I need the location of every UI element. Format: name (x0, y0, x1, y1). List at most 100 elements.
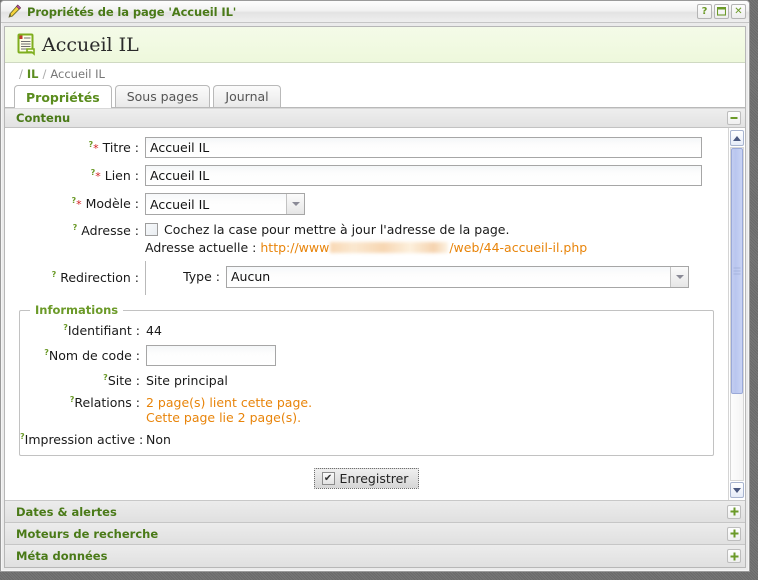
close-button[interactable]: ✕ (731, 4, 746, 19)
label-nom-de-code: ?Nom de code : (20, 348, 146, 363)
relations-values: 2 page(s) lient cette page. Cette page l… (146, 395, 312, 425)
adresse-url-suffix: /web/44-accueil-il.php (449, 240, 587, 255)
informations-legend: Informations (30, 303, 123, 317)
breadcrumb-separator-1: / (19, 67, 23, 81)
modele-select-value: Accueil IL (146, 197, 286, 212)
window-body: Accueil IL / IL / Accueil IL Propriétés … (1, 23, 749, 571)
required-marker-modele: * (76, 199, 82, 212)
required-marker-titre: * (93, 142, 99, 155)
info-row-site: ?Site : Site principal (20, 373, 713, 388)
nom-de-code-input[interactable] (146, 345, 276, 366)
scrollbar-track[interactable] (730, 147, 744, 481)
tab-bar: Propriétés Sous pages Journal (5, 85, 745, 108)
field-row-lien: ?* Lien : (5, 165, 728, 186)
help-icon-adresse[interactable]: ? (73, 223, 78, 232)
tab-proprietes[interactable]: Propriétés (14, 85, 112, 108)
chevron-down-icon-modele (286, 194, 304, 214)
modele-select[interactable]: Accueil IL (145, 193, 305, 215)
page-header: Accueil IL (5, 27, 745, 63)
plus-icon (730, 552, 739, 561)
redirection-type-select[interactable]: Aucun (226, 266, 689, 288)
expand-meta-donnees-button[interactable] (727, 549, 741, 563)
section-title-contenu: Contenu (16, 111, 70, 125)
plus-icon (730, 529, 739, 538)
save-row: ✔ Enregistrer (5, 462, 728, 499)
window-titlebar: Propriétés de la page 'Accueil IL' ? ✕ (1, 1, 749, 23)
label-text-identifiant: Identifiant : (68, 323, 140, 338)
breadcrumb-separator-2: / (42, 67, 46, 81)
scroll-up-button[interactable] (730, 130, 744, 146)
value-identifiant: 44 (146, 323, 162, 338)
value-impression: Non (146, 432, 171, 447)
help-icon-redirection[interactable]: ? (52, 270, 57, 279)
scroll-down-button[interactable] (730, 482, 744, 498)
label-text-adresse: Adresse : (81, 223, 139, 238)
minus-icon (730, 114, 738, 122)
label-redirection: ? Redirection : (5, 261, 145, 285)
section-title-moteurs-de-recherche: Moteurs de recherche (16, 527, 158, 541)
redirection-type-value: Aucun (227, 269, 670, 284)
collapse-contenu-button[interactable] (727, 111, 741, 125)
vertical-scrollbar[interactable] (728, 128, 745, 500)
contenu-form: ?* Titre : ?* Lien : (5, 128, 728, 500)
redacted-url-segment (330, 242, 448, 253)
label-text-relations: Relations : (74, 395, 140, 410)
pencil-icon (7, 4, 22, 19)
section-header-meta-donnees[interactable]: Méta données (5, 545, 745, 567)
relations-line-2[interactable]: Cette page lie 2 page(s). (146, 410, 312, 425)
adresse-checkbox[interactable] (145, 223, 158, 236)
enregistrer-button-label: Enregistrer (340, 471, 409, 486)
relations-line-1[interactable]: 2 page(s) lient cette page. (146, 395, 312, 410)
breadcrumb-link-il[interactable]: IL (27, 67, 39, 81)
check-icon: ✔ (322, 472, 335, 485)
informations-fieldset: Informations ?Identifiant : 44 ?Nom de c… (19, 303, 714, 456)
adresse-group: Cochez la case pour mettre à jour l'adre… (145, 222, 587, 255)
help-button[interactable]: ? (697, 4, 712, 19)
label-modele: ?* Modèle : (5, 196, 145, 211)
label-text-lien: Lien : (105, 168, 139, 183)
page-title: Accueil IL (42, 34, 139, 56)
enregistrer-button[interactable]: ✔ Enregistrer (314, 468, 420, 489)
section-header-contenu[interactable]: Contenu (5, 108, 745, 128)
label-text-redirection: Redirection : (60, 270, 139, 285)
plus-icon (730, 507, 739, 516)
field-row-modele: ?* Modèle : Accueil IL (5, 193, 728, 215)
adresse-actuelle-line: Adresse actuelle : http://www/web/44-acc… (145, 240, 587, 255)
label-relations: ?Relations : (20, 395, 146, 410)
restore-icon (717, 7, 726, 16)
label-impression: ?Impression active : (20, 432, 146, 447)
adresse-checkbox-label: Cochez la case pour mettre à jour l'adre… (164, 222, 509, 237)
label-adresse: ? Adresse : (5, 222, 145, 238)
expand-dates-alertes-button[interactable] (727, 505, 741, 519)
label-text-modele: Modèle : (86, 197, 139, 212)
content-panel: Accueil IL / IL / Accueil IL Propriétés … (4, 26, 746, 568)
field-row-titre: ?* Titre : (5, 137, 728, 158)
breadcrumb: / IL / Accueil IL (5, 63, 745, 85)
scrollbar-thumb[interactable] (731, 148, 743, 394)
lien-input[interactable] (145, 165, 702, 186)
expand-moteurs-de-recherche-button[interactable] (727, 527, 741, 541)
window-controls: ? ✕ (697, 4, 746, 19)
label-text-site: Site : (108, 373, 140, 388)
section-title-dates-alertes: Dates & alertes (16, 505, 117, 519)
restore-button[interactable] (714, 4, 729, 19)
section-header-dates-alertes[interactable]: Dates & alertes (5, 501, 745, 523)
label-lien: ?* Lien : (5, 168, 145, 183)
section-header-moteurs-de-recherche[interactable]: Moteurs de recherche (5, 523, 745, 545)
titre-input[interactable] (145, 137, 702, 158)
label-redirection-type: Type : (146, 269, 226, 284)
label-site: ?Site : (20, 373, 146, 388)
label-text-nom-de-code: Nom de code : (49, 348, 140, 363)
tab-sous-pages[interactable]: Sous pages (115, 85, 211, 107)
label-text-titre: Titre : (103, 140, 139, 155)
window-title: Propriétés de la page 'Accueil IL' (27, 5, 236, 19)
value-site: Site principal (146, 373, 228, 388)
section-body-contenu: ?* Titre : ?* Lien : (5, 128, 745, 501)
required-marker-lien: * (95, 170, 101, 183)
tab-journal[interactable]: Journal (213, 85, 280, 107)
section-title-meta-donnees: Méta données (16, 549, 107, 563)
breadcrumb-current: Accueil IL (50, 67, 105, 81)
label-titre: ?* Titre : (5, 140, 145, 155)
field-row-adresse: ? Adresse : Cochez la case pour mettre à… (5, 222, 728, 255)
adresse-url-prefix: http://www (260, 240, 329, 255)
